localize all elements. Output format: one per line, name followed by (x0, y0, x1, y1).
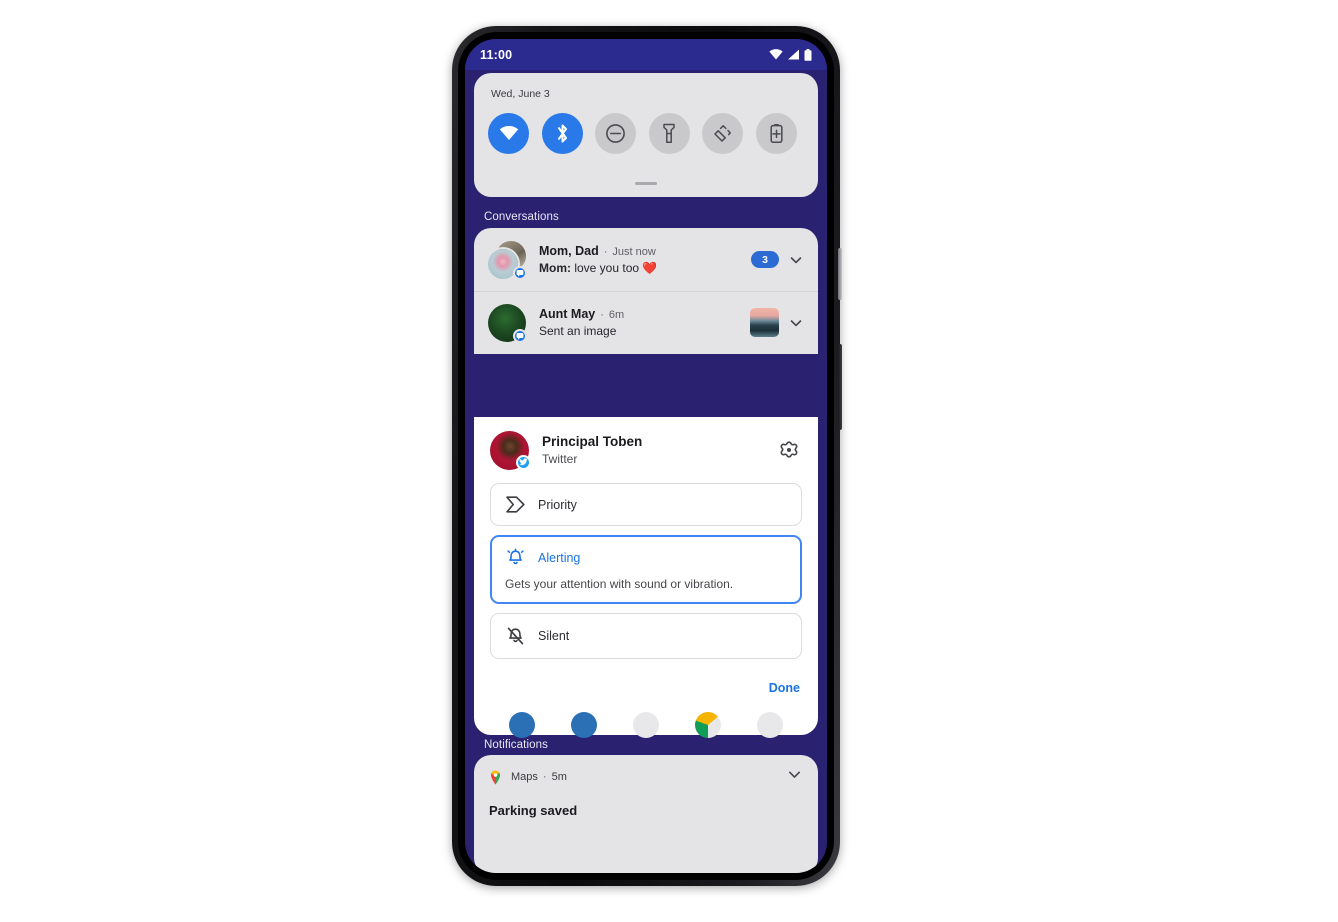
notification-settings-header: Principal Toben Twitter (490, 417, 802, 483)
message-bubble-icon (516, 269, 524, 277)
conversation-header: Aunt May · 6m (539, 307, 750, 321)
avatar (488, 240, 527, 280)
maps-pin-icon (489, 769, 502, 785)
quick-settings-tiles (488, 113, 797, 154)
sender-name: Principal Toben (542, 434, 643, 449)
notification-sender-info: Principal Toben Twitter (542, 434, 776, 466)
conversations-list: Mom, Dad · Just now Mom: love you too ❤️… (474, 228, 818, 354)
status-bar-clock: 11:00 (480, 47, 513, 62)
battery-saver-tile[interactable] (755, 113, 797, 154)
power-button[interactable] (838, 248, 842, 300)
wifi-icon (499, 126, 518, 140)
notification-timestamp: 5m (551, 771, 567, 783)
notification-app-name: Maps (511, 771, 538, 783)
quick-settings-date: Wed, June 3 (491, 88, 550, 100)
chevron-down-icon[interactable] (788, 252, 804, 268)
conversation-title: Mom, Dad (539, 244, 599, 258)
option-alerting[interactable]: Alerting Gets your attention with sound … (490, 535, 802, 604)
wifi-icon (769, 49, 783, 60)
conversation-snippet: Sent an image (539, 324, 617, 338)
twitter-bird-icon (516, 454, 531, 470)
phone-screen: 11:00 Wed, June 3 Conversations Mom, Dad… (465, 39, 827, 873)
chevron-down-icon[interactable] (786, 766, 803, 788)
app-icon (509, 712, 535, 738)
quick-settings-panel: Wed, June 3 (474, 73, 818, 197)
option-label: Alerting (538, 551, 581, 565)
conversation-trailing: 3 (751, 251, 804, 268)
phone-device-frame: 11:00 Wed, June 3 Conversations Mom, Dad… (452, 26, 842, 886)
avatar (488, 303, 527, 343)
bluetooth-icon (557, 124, 567, 143)
app-icon (695, 712, 721, 738)
snippet-body: love you too ❤️ (571, 261, 658, 275)
avatar (490, 430, 531, 470)
option-label: Silent (538, 629, 570, 643)
notification-card-maps[interactable]: Maps · 5m Parking saved (474, 755, 818, 873)
battery-icon (804, 48, 812, 61)
chevron-down-icon[interactable] (788, 315, 804, 331)
bell-off-icon (507, 627, 524, 645)
status-bar-icons (769, 48, 812, 61)
bluetooth-tile[interactable] (541, 113, 583, 154)
flashlight-tile[interactable] (648, 113, 690, 154)
separator-dot: · (600, 309, 604, 321)
option-label: Priority (538, 497, 577, 512)
done-button[interactable]: Done (767, 677, 802, 699)
app-icon (757, 712, 783, 738)
wifi-tile[interactable] (488, 113, 529, 154)
option-header: Silent (505, 626, 787, 646)
dnd-tile[interactable] (595, 113, 636, 154)
conversation-title: Aunt May (539, 307, 596, 321)
auto-rotate-tile[interactable] (702, 113, 743, 154)
conversation-snippet: Mom: love you too ❤️ (539, 261, 751, 275)
conversation-text: Aunt May · 6m Sent an image (539, 307, 750, 338)
conversations-section-label: Conversations (484, 211, 559, 223)
conversation-row-aunt-may[interactable]: Aunt May · 6m Sent an image (474, 291, 818, 354)
option-silent[interactable]: Silent (490, 613, 802, 659)
priority-arrow-icon (506, 496, 525, 513)
battery-saver-icon (769, 124, 783, 143)
unread-count-badge: 3 (751, 251, 779, 268)
app-name: Twitter (542, 452, 578, 466)
status-bar: 11:00 (465, 39, 827, 70)
settings-gear-button[interactable] (776, 437, 802, 463)
message-image-thumbnail[interactable] (750, 308, 779, 337)
maps-pin-glyph-icon (491, 770, 500, 785)
conversation-trailing (750, 308, 804, 337)
do-not-disturb-icon (606, 124, 625, 143)
auto-rotate-icon (714, 125, 731, 142)
option-header: Alerting (505, 548, 787, 568)
notifications-section-label: Notifications (484, 739, 548, 751)
option-header: Priority (505, 496, 787, 513)
gear-icon (780, 441, 798, 458)
notification-settings-panel: Principal Toben Twitter Priority Alertin… (474, 417, 818, 735)
conversation-timestamp: 6m (608, 309, 625, 321)
alerting-bell-icon (507, 548, 524, 565)
volume-rocker-button[interactable] (838, 344, 842, 430)
signal-icon (788, 49, 799, 60)
done-row: Done (490, 668, 802, 699)
conversation-row-mom-dad[interactable]: Mom, Dad · Just now Mom: love you too ❤️… (474, 228, 818, 291)
messages-app-badge-icon (513, 328, 527, 343)
snippet-sender: Mom: (539, 261, 571, 275)
conversation-header: Mom, Dad · Just now (539, 244, 751, 258)
app-icon (633, 712, 659, 738)
separator-dot: · (603, 246, 608, 258)
option-description: Gets your attention with sound or vibrat… (505, 577, 734, 591)
twitter-bird-glyph-icon (519, 458, 528, 466)
app-icon (571, 712, 597, 738)
notification-header: Maps · 5m (489, 766, 803, 788)
messages-app-badge-icon (513, 265, 527, 280)
quick-settings-drag-handle[interactable] (635, 182, 657, 185)
option-priority[interactable]: Priority (490, 483, 802, 526)
conversation-text: Mom, Dad · Just now Mom: love you too ❤️ (539, 244, 751, 275)
message-bubble-icon (516, 332, 524, 340)
separator-dot: · (542, 771, 547, 783)
flashlight-icon (663, 123, 675, 143)
conversation-timestamp: Just now (612, 246, 656, 258)
notification-title: Parking saved (489, 803, 578, 818)
